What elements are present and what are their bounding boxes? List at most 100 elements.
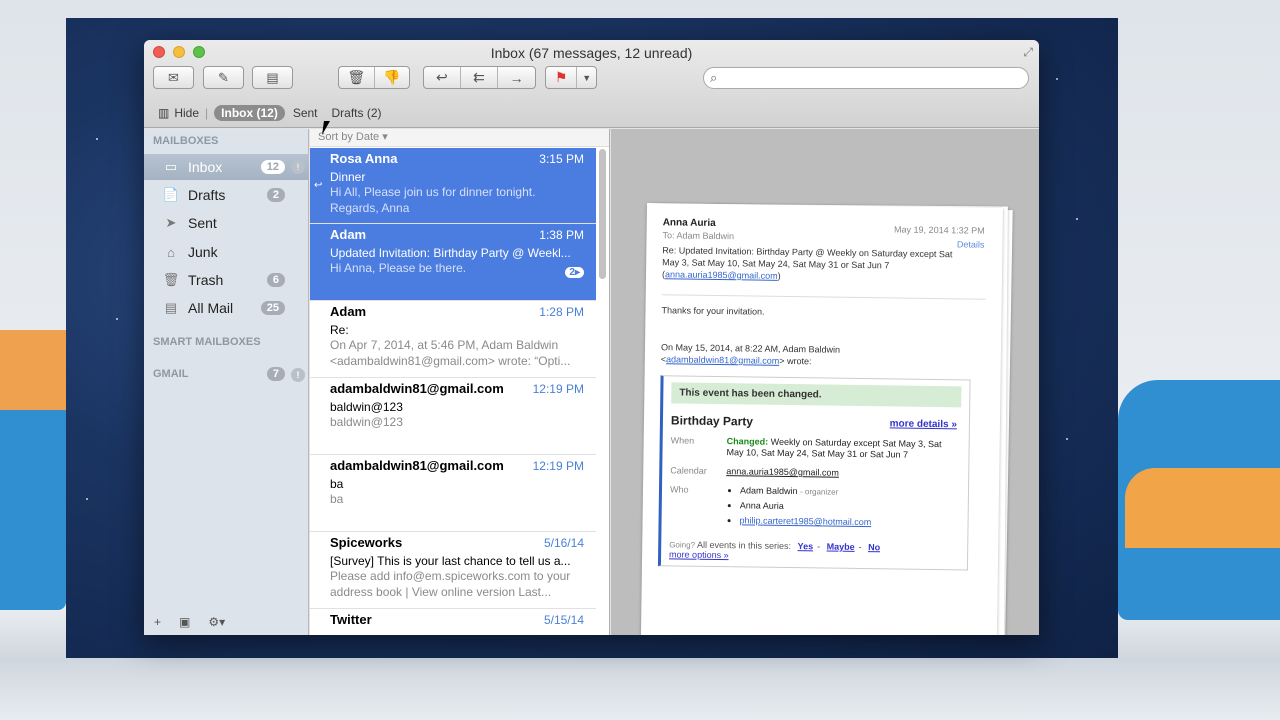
all-mail-icon: ▤ bbox=[164, 300, 178, 315]
compose-button[interactable]: ✎ bbox=[203, 66, 244, 89]
message-time: 1:28 PM bbox=[539, 305, 584, 319]
details-link[interactable]: Details bbox=[957, 239, 985, 249]
alert-icon: ! bbox=[291, 368, 305, 382]
rsvp-no-link[interactable]: No bbox=[868, 542, 880, 552]
changed-label: Changed: bbox=[726, 436, 769, 447]
message-preview: Hi All, Please join us for dinner tonigh… bbox=[330, 185, 536, 215]
reply-group: ↩ ⇇ → bbox=[423, 66, 536, 89]
favorite-inbox[interactable]: Inbox (12) bbox=[214, 105, 285, 121]
gmail-label: GMAIL bbox=[153, 368, 189, 380]
sidebar-item-label: All Mail bbox=[188, 300, 234, 316]
flag-icon[interactable]: ⚑ bbox=[546, 67, 578, 88]
smart-mailboxes-header[interactable]: SMART MAILBOXES bbox=[144, 336, 261, 348]
gear-icon[interactable]: ⚙▾ bbox=[208, 615, 225, 629]
sidebar-item-junk[interactable]: ⌂ Junk bbox=[144, 239, 309, 265]
favorite-drafts[interactable]: Drafts (2) bbox=[332, 106, 382, 120]
archive-button[interactable]: ▤ bbox=[252, 66, 293, 89]
get-mail-button[interactable]: ✉ bbox=[153, 66, 194, 89]
titlebar: Inbox (67 messages, 12 unread) ⤢ ✉ ✎ ▤ 🗑… bbox=[144, 40, 1039, 128]
activity-icon[interactable]: ▣ bbox=[179, 615, 190, 629]
event-title-text: Birthday Party bbox=[670, 413, 754, 429]
list-item[interactable]: ↩ Rosa Anna 3:15 PM Dinner Hi All, Pleas… bbox=[310, 148, 596, 224]
chevron-down-icon[interactable]: ▼ bbox=[577, 67, 596, 88]
message-preview: ba bbox=[330, 492, 344, 506]
envelope-icon: ✉ bbox=[168, 69, 179, 85]
subject-email-link[interactable]: anna.auria1985@gmail.com bbox=[665, 269, 778, 281]
sidebar-item-label: Drafts bbox=[188, 187, 226, 203]
thread-count-badge[interactable]: 2▸ bbox=[565, 267, 584, 278]
attendee: Adam Baldwin - organizer bbox=[740, 485, 960, 499]
favorites-bar: ▥ Hide | Inbox (12) Sent Drafts (2) bbox=[144, 102, 382, 124]
flag-group: ⚑ ▼ bbox=[545, 66, 597, 89]
attendee-email-link[interactable]: philip.carteret1985@hotmail.com bbox=[740, 515, 872, 527]
rsvp-yes-link[interactable]: Yes bbox=[798, 541, 814, 551]
attendee: philip.carteret1985@hotmail.com bbox=[739, 515, 959, 529]
sidebar-item-drafts[interactable]: 📄 Drafts 2 bbox=[144, 182, 309, 208]
search-input[interactable] bbox=[726, 70, 1016, 84]
event-calendar-row: Calendar anna.auria1985@gmail.com bbox=[670, 465, 960, 480]
message-subject: Re: bbox=[330, 323, 349, 337]
message-subject: Re: Updated Invitation: Birthday Party @… bbox=[661, 245, 953, 281]
calendar-label: Calendar bbox=[670, 465, 707, 476]
message-subject: Updated Invitation: Birthday Party @ Wee… bbox=[330, 246, 571, 260]
quote-email-link[interactable]: adambaldwin81@gmail.com bbox=[666, 354, 779, 366]
trash-icon: 🗑 bbox=[162, 272, 180, 287]
sidebar-item-label: Junk bbox=[188, 244, 218, 260]
message-body: Anna Auria May 19, 2014 1:32 PM Details … bbox=[640, 203, 1003, 635]
mailboxes-header: MAILBOXES bbox=[153, 135, 219, 147]
message-time: 1:38 PM bbox=[539, 228, 584, 242]
delete-junk-group: 🗑 👎 bbox=[338, 66, 410, 89]
list-item[interactable]: adambaldwin81@gmail.com 12:19 PM ba ba bbox=[310, 455, 596, 532]
count-badge: 6 bbox=[266, 273, 285, 287]
fullscreen-icon[interactable]: ⤢ bbox=[1023, 45, 1033, 60]
message-date: May 19, 2014 1:32 PM bbox=[894, 224, 985, 236]
unread-badge: 12 bbox=[260, 160, 285, 174]
more-details-link[interactable]: more details » bbox=[890, 418, 957, 430]
search-icon: ⌕ bbox=[710, 70, 718, 85]
message-preview: Please add info@em.spiceworks.com to you… bbox=[330, 569, 571, 599]
sort-by-date[interactable]: Sort by Date ▾ bbox=[310, 129, 609, 147]
sidebar-item-all-mail[interactable]: ▤ All Mail 25 bbox=[144, 295, 309, 321]
list-item[interactable]: Twitter 5/15/14 bbox=[310, 609, 596, 635]
sidebar-item-inbox[interactable]: ▭ Inbox 12 ! bbox=[144, 154, 309, 180]
message-time: 12:19 PM bbox=[532, 459, 584, 473]
who-label: Who bbox=[669, 484, 689, 495]
junk-icon: ⌂ bbox=[167, 244, 175, 260]
mail-window: Inbox (67 messages, 12 unread) ⤢ ✉ ✎ ▤ 🗑… bbox=[144, 40, 1039, 635]
event-title: Birthday Party more details » bbox=[671, 413, 961, 431]
sidebar-item-trash[interactable]: 🗑 Trash 6 bbox=[144, 267, 309, 293]
sidebar-icon: ▥ bbox=[158, 106, 170, 120]
count-badge: 25 bbox=[260, 301, 285, 315]
list-item[interactable]: Spiceworks 5/16/14 [Survey] This is your… bbox=[310, 532, 596, 609]
junk-thumbs-down-icon[interactable]: 👎 bbox=[375, 67, 410, 88]
window-title: Inbox (67 messages, 12 unread) bbox=[490, 45, 693, 61]
message-time: 12:19 PM bbox=[532, 382, 584, 396]
sidebar-item-label: Trash bbox=[188, 272, 224, 288]
favorite-sent[interactable]: Sent bbox=[293, 106, 318, 120]
message-list-scrollbar[interactable] bbox=[599, 149, 606, 279]
list-item[interactable]: Adam 1:38 PM Updated Invitation: Birthda… bbox=[310, 224, 596, 301]
message-subject: [Survey] This is your last chance to tel… bbox=[330, 554, 571, 568]
list-item[interactable]: Adam 1:28 PM Re: On Apr 7, 2014, at 5:46… bbox=[310, 301, 596, 378]
quote-intro-text: On May 15, 2014, at 8:22 AM, Adam Baldwi… bbox=[660, 342, 841, 355]
list-item[interactable]: adambaldwin81@gmail.com 12:19 PM baldwin… bbox=[310, 378, 596, 455]
search-field[interactable]: ⌕ bbox=[703, 67, 1029, 89]
desktop-chair-right-top bbox=[1125, 468, 1280, 548]
message-time: 3:15 PM bbox=[539, 152, 584, 166]
add-mailbox-icon[interactable]: + bbox=[154, 615, 161, 629]
rsvp-maybe-link[interactable]: Maybe bbox=[827, 542, 855, 552]
message-preview: baldwin@123 bbox=[330, 415, 403, 429]
reply-icon[interactable]: ↩ bbox=[424, 67, 461, 88]
calendar-email-link[interactable]: anna.auria1985@gmail.com bbox=[726, 466, 960, 480]
sidebar-footer: + ▣ ⚙▾ bbox=[154, 615, 225, 629]
divider bbox=[661, 294, 986, 300]
gmail-header[interactable]: GMAIL 7 ! bbox=[144, 367, 309, 382]
forward-icon[interactable]: → bbox=[498, 67, 535, 88]
trash-icon[interactable]: 🗑 bbox=[339, 67, 375, 88]
replied-icon: ↩ bbox=[314, 180, 323, 191]
when-value: Changed: Weekly on Saturday except Sat M… bbox=[726, 436, 960, 461]
sidebar-item-sent[interactable]: ➤ Sent bbox=[144, 210, 309, 236]
sent-icon: ➤ bbox=[165, 215, 177, 230]
hide-mailboxes-button[interactable]: ▥ Hide bbox=[158, 106, 199, 120]
reply-all-icon[interactable]: ⇇ bbox=[461, 67, 499, 88]
